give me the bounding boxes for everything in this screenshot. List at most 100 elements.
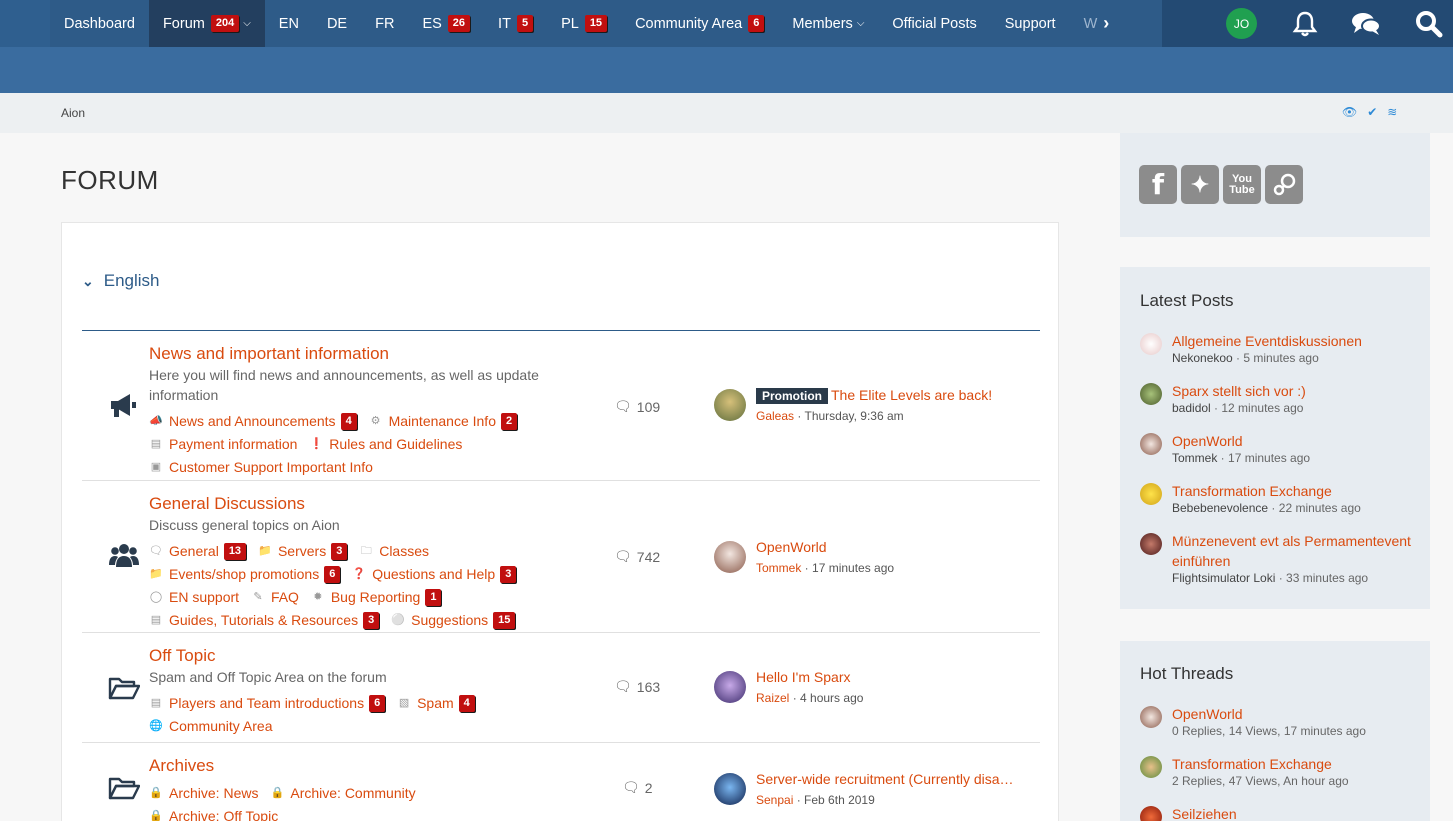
username-link[interactable]: Nekonekoo bbox=[1172, 351, 1233, 365]
subforum-label[interactable]: Suggestions bbox=[411, 610, 488, 631]
chevron-right-icon[interactable]: › bbox=[1103, 13, 1109, 34]
nav-fr[interactable]: FR bbox=[361, 0, 408, 47]
subforum-link[interactable]: 🔒 Archive: Off Topic bbox=[149, 806, 278, 821]
subforum-label[interactable]: Questions and Help bbox=[372, 564, 495, 585]
post-title-link[interactable]: Allgemeine Eventdiskussionen bbox=[1172, 331, 1422, 351]
user-avatar[interactable] bbox=[1140, 706, 1162, 728]
board-title[interactable]: General Discussions bbox=[149, 494, 305, 514]
subforum-label[interactable]: Classes bbox=[379, 541, 429, 562]
subforum-label[interactable]: Guides, Tutorials & Resources bbox=[169, 610, 358, 631]
user-avatar[interactable] bbox=[1140, 383, 1162, 405]
twitter-icon[interactable]: ✦ bbox=[1181, 165, 1219, 204]
subforum-link[interactable]: ▤ Guides, Tutorials & Resources 3 bbox=[149, 610, 380, 631]
last-post-title-text[interactable]: The Elite Levels are back! bbox=[831, 387, 992, 403]
subforum-link[interactable]: 🌐 Community Area bbox=[149, 716, 272, 737]
nav-es[interactable]: ES 26 bbox=[408, 0, 484, 47]
username-link[interactable]: Tommek bbox=[756, 561, 801, 575]
subforum-label[interactable]: Payment information bbox=[169, 434, 297, 455]
last-post-title[interactable]: Promotion The Elite Levels are back! bbox=[756, 387, 1026, 404]
checkmark-icon[interactable]: ✔ bbox=[1367, 105, 1377, 119]
last-post-title[interactable]: Server-wide recruitment (Currently disa… bbox=[756, 771, 1026, 787]
post-title-link[interactable]: Münzenevent evt als Permamentevent einfü… bbox=[1172, 531, 1422, 571]
subforum-label[interactable]: Events/shop promotions bbox=[169, 564, 319, 585]
subforum-label[interactable]: Bug Reporting bbox=[331, 587, 421, 608]
subforum-link[interactable]: 🔒 Archive: News bbox=[149, 783, 258, 804]
subforum-label[interactable]: Spam bbox=[417, 693, 454, 714]
breadcrumb[interactable]: Aion bbox=[61, 106, 85, 120]
subforum-link[interactable]: ✎ FAQ bbox=[251, 587, 299, 608]
subforum-label[interactable]: News and Announcements bbox=[169, 411, 336, 432]
subforum-link[interactable]: ▣ Customer Support Important Info bbox=[149, 457, 373, 478]
username-link[interactable]: Bebebenevolence bbox=[1172, 501, 1268, 515]
subforum-link[interactable]: ✹ Bug Reporting 1 bbox=[311, 587, 442, 608]
subforum-label[interactable]: Customer Support Important Info bbox=[169, 457, 373, 478]
chevron-down-icon[interactable]: ⌄ bbox=[82, 273, 94, 290]
subforum-link[interactable]: ❗ Rules and Guidelines bbox=[309, 434, 462, 455]
subforum-link[interactable]: 🔒 Archive: Community bbox=[270, 783, 416, 804]
last-post-title[interactable]: Hello I'm Sparx bbox=[756, 669, 1026, 685]
subforum-link[interactable]: ⚙ Maintenance Info 2 bbox=[369, 411, 518, 432]
user-avatar[interactable] bbox=[714, 541, 746, 573]
user-avatar[interactable] bbox=[1140, 433, 1162, 455]
subforum-link[interactable]: 📁 Events/shop promotions 6 bbox=[149, 564, 341, 585]
subforum-label[interactable]: Servers bbox=[278, 541, 326, 562]
subforum-label[interactable]: Players and Team introductions bbox=[169, 693, 364, 714]
steam-icon[interactable] bbox=[1265, 165, 1303, 204]
subforum-link[interactable]: ❓ Questions and Help 3 bbox=[352, 564, 517, 585]
username-link[interactable]: Galeas bbox=[756, 409, 794, 423]
subforum-link[interactable]: ◯ EN support bbox=[149, 587, 239, 608]
subforum-link[interactable]: 🗨 General 13 bbox=[149, 541, 247, 562]
user-avatar[interactable] bbox=[1140, 483, 1162, 505]
board-title[interactable]: News and important information bbox=[149, 344, 389, 364]
post-title-link[interactable]: Sparx stellt sich vor :) bbox=[1172, 381, 1422, 401]
subforum-label[interactable]: Rules and Guidelines bbox=[329, 434, 462, 455]
nav-members[interactable]: Members ⌵ bbox=[778, 0, 878, 47]
user-avatar[interactable] bbox=[1140, 806, 1162, 821]
nav-community-area[interactable]: Community Area 6 bbox=[621, 0, 778, 47]
mark-read-icon[interactable]: 👁 bbox=[1342, 105, 1357, 119]
user-avatar[interactable] bbox=[1140, 533, 1162, 555]
nav-dashboard[interactable]: Dashboard bbox=[50, 0, 149, 47]
username-link[interactable]: badidol bbox=[1172, 401, 1211, 415]
subforum-label[interactable]: Archive: News bbox=[169, 783, 258, 804]
category-title[interactable]: English bbox=[104, 271, 160, 291]
user-avatar[interactable]: JO bbox=[1226, 8, 1257, 39]
subforum-link[interactable]: ▤ Payment information bbox=[149, 434, 298, 455]
subforum-link[interactable]: 📣 News and Announcements 4 bbox=[149, 411, 357, 432]
board-title[interactable]: Off Topic bbox=[149, 646, 215, 666]
thread-title-link[interactable]: Transformation Exchange bbox=[1172, 754, 1422, 774]
subforum-link[interactable]: 📁 Servers 3 bbox=[258, 541, 348, 562]
chat-bubbles-icon[interactable] bbox=[1350, 9, 1381, 39]
user-avatar[interactable] bbox=[1140, 756, 1162, 778]
last-post-title[interactable]: OpenWorld bbox=[756, 539, 1026, 555]
username-link[interactable]: Flightsimulator Loki bbox=[1172, 571, 1275, 585]
facebook-icon[interactable]: f bbox=[1139, 165, 1177, 204]
nav-forum[interactable]: Forum 204 ⌵ bbox=[148, 0, 265, 47]
username-link[interactable]: Tommek bbox=[1172, 451, 1217, 465]
subforum-label[interactable]: General bbox=[169, 541, 219, 562]
nav-official-posts[interactable]: Official Posts bbox=[878, 0, 990, 47]
username-link[interactable]: Senpai bbox=[756, 793, 793, 807]
user-avatar[interactable] bbox=[714, 671, 746, 703]
subforum-label[interactable]: Community Area bbox=[169, 716, 272, 737]
user-avatar[interactable] bbox=[714, 389, 746, 421]
search-icon[interactable] bbox=[1414, 9, 1444, 39]
subforum-label[interactable]: EN support bbox=[169, 587, 239, 608]
username-link[interactable]: Raizel bbox=[756, 691, 789, 705]
thread-title-link[interactable]: Seilziehen bbox=[1172, 804, 1422, 821]
nav-pl[interactable]: PL 15 bbox=[547, 0, 621, 47]
subforum-link[interactable]: 🗀 Classes bbox=[359, 541, 429, 562]
subforum-link[interactable]: ▤ Players and Team introductions 6 bbox=[149, 693, 386, 714]
subforum-link[interactable]: ▧ Spam 4 bbox=[397, 693, 475, 714]
nav-de[interactable]: DE bbox=[313, 0, 361, 47]
thread-title-link[interactable]: OpenWorld bbox=[1172, 704, 1422, 724]
nav-overflow-item[interactable]: W › bbox=[1070, 0, 1124, 47]
nav-support[interactable]: Support bbox=[991, 0, 1070, 47]
nav-it[interactable]: IT 5 bbox=[484, 0, 547, 47]
rss-icon[interactable]: ≋ bbox=[1387, 105, 1397, 119]
nav-en[interactable]: EN bbox=[265, 0, 313, 47]
category-header[interactable]: ⌄ English bbox=[82, 271, 160, 291]
user-avatar[interactable] bbox=[1140, 333, 1162, 355]
subforum-label[interactable]: Archive: Off Topic bbox=[169, 806, 278, 821]
post-title-link[interactable]: OpenWorld bbox=[1172, 431, 1422, 451]
